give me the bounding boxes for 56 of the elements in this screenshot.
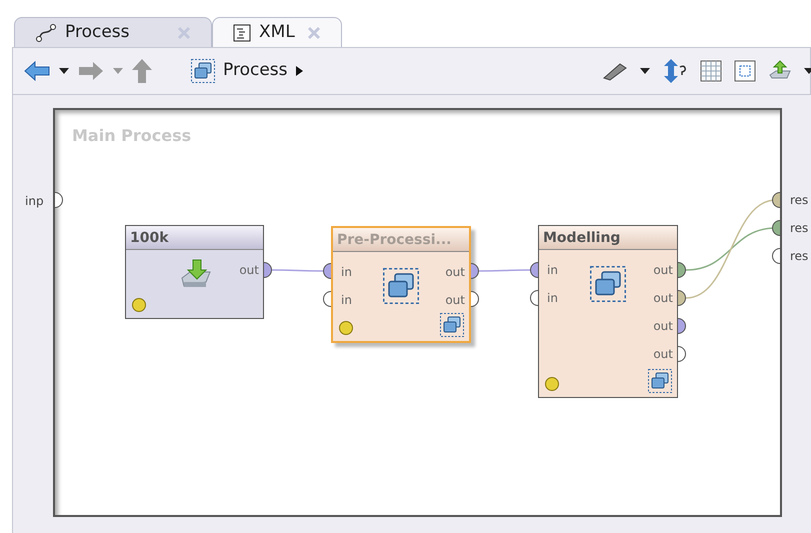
document-icon	[233, 24, 251, 42]
port-label: out	[445, 265, 465, 279]
caret-icon[interactable]	[804, 68, 811, 74]
port-icon[interactable]	[678, 346, 686, 362]
operator-node[interactable]: 100k out	[125, 225, 264, 319]
port-icon[interactable]	[471, 291, 479, 307]
back-arrow-icon[interactable]	[23, 60, 51, 82]
port-icon[interactable]	[678, 290, 686, 306]
port-icon[interactable]	[471, 263, 479, 279]
fit-view-icon[interactable]	[734, 60, 756, 82]
port-label: in	[341, 293, 352, 307]
port-icon[interactable]	[530, 290, 538, 306]
port-icon[interactable]	[323, 263, 331, 279]
operator-node[interactable]: Pre-Processi... in in out out	[331, 226, 471, 343]
caret-icon[interactable]	[640, 68, 650, 74]
port-icon[interactable]	[323, 291, 331, 307]
subprocess-icon	[191, 59, 215, 83]
port-label: inp	[25, 193, 44, 210]
up-down-arrow-icon[interactable]	[662, 58, 688, 84]
port-label: out	[653, 291, 673, 305]
tab[interactable]: XML	[212, 17, 342, 47]
port-label: res	[790, 192, 808, 209]
port-icon[interactable]	[678, 262, 686, 278]
port-label: out	[445, 293, 465, 307]
port-label: in	[547, 263, 558, 277]
port-label: out	[653, 347, 673, 361]
tab[interactable]: Process	[14, 17, 212, 47]
port-label: out	[239, 263, 259, 277]
port-icon[interactable]	[530, 262, 538, 278]
port-icon[interactable]	[55, 192, 63, 208]
grid-icon[interactable]	[700, 60, 722, 82]
port-label: out	[653, 263, 673, 277]
port-icon[interactable]	[264, 262, 272, 278]
triangle-right-icon	[296, 66, 302, 76]
subprocess-icon	[440, 313, 464, 337]
port-icon[interactable]	[772, 192, 780, 208]
port-label: out	[653, 319, 673, 333]
port-label: res	[790, 220, 808, 237]
subprocess-icon	[590, 266, 626, 302]
port-label: in	[547, 291, 558, 305]
port-icon[interactable]	[678, 318, 686, 334]
port-icon[interactable]	[772, 248, 780, 264]
caret-icon[interactable]	[59, 68, 69, 74]
operator-node[interactable]: Modelling in in out out out out	[538, 225, 678, 398]
operator-title: Pre-Processi...	[333, 228, 469, 252]
operator-title: Modelling	[539, 226, 677, 250]
operator-title: 100k	[126, 226, 263, 250]
port-icon[interactable]	[772, 220, 780, 236]
connection-line	[272, 269, 323, 272]
connection-line	[479, 269, 530, 272]
breadcrumb-link[interactable]: Process	[191, 58, 302, 84]
port-label: res	[790, 248, 808, 265]
port-label: in	[341, 265, 352, 279]
curve-icon	[35, 22, 57, 42]
subprocess-icon	[383, 268, 419, 304]
subprocess-icon	[648, 369, 672, 393]
